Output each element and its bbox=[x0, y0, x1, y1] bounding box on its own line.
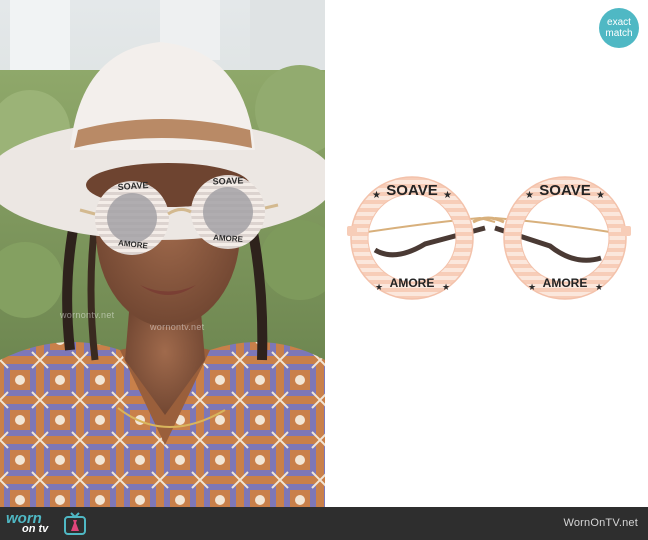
tv-dress-icon bbox=[64, 512, 86, 535]
svg-text:★: ★ bbox=[372, 190, 381, 201]
logo-word-ontv: on tv bbox=[22, 523, 49, 535]
svg-text:★: ★ bbox=[596, 190, 605, 201]
photo-glasses-right-top-text: SOAVE bbox=[212, 175, 244, 187]
svg-text:★: ★ bbox=[442, 283, 450, 293]
celebrity-photo-illustration bbox=[0, 0, 325, 507]
svg-text:★: ★ bbox=[375, 283, 383, 293]
svg-text:★: ★ bbox=[443, 190, 452, 201]
product-right-top-text: SOAVE bbox=[539, 182, 591, 199]
footer-site-url[interactable]: WornOnTV.net bbox=[563, 517, 638, 529]
photo-watermark-2: wornontv.net bbox=[150, 322, 205, 332]
wornontv-logo[interactable]: worn on tv bbox=[6, 510, 86, 537]
product-left-bottom-text: AMORE bbox=[389, 276, 435, 290]
footer-bar: worn on tv WornOnTV.net bbox=[0, 507, 648, 540]
exact-match-badge-line1: exact bbox=[607, 17, 631, 28]
product-right-bottom-text: AMORE bbox=[542, 276, 588, 290]
celebrity-photo: SOAVE AMORE SOAVE AMORE wornontv.net wor… bbox=[0, 0, 325, 507]
svg-text:★: ★ bbox=[528, 283, 536, 293]
exact-match-badge-line2: match bbox=[605, 28, 633, 39]
svg-text:★: ★ bbox=[595, 283, 603, 293]
exact-match-badge[interactable]: exact match bbox=[599, 8, 639, 48]
photo-watermark: wornontv.net bbox=[60, 310, 115, 320]
product-image[interactable]: ★ ★ ★ ★ ★ ★ ★ ★ SOAVE AMORE SOAVE AMORE bbox=[325, 0, 648, 507]
svg-text:★: ★ bbox=[525, 190, 534, 201]
product-left-top-text: SOAVE bbox=[386, 182, 438, 199]
sunglasses-product-illustration: ★ ★ ★ ★ ★ ★ ★ ★ bbox=[325, 0, 648, 507]
